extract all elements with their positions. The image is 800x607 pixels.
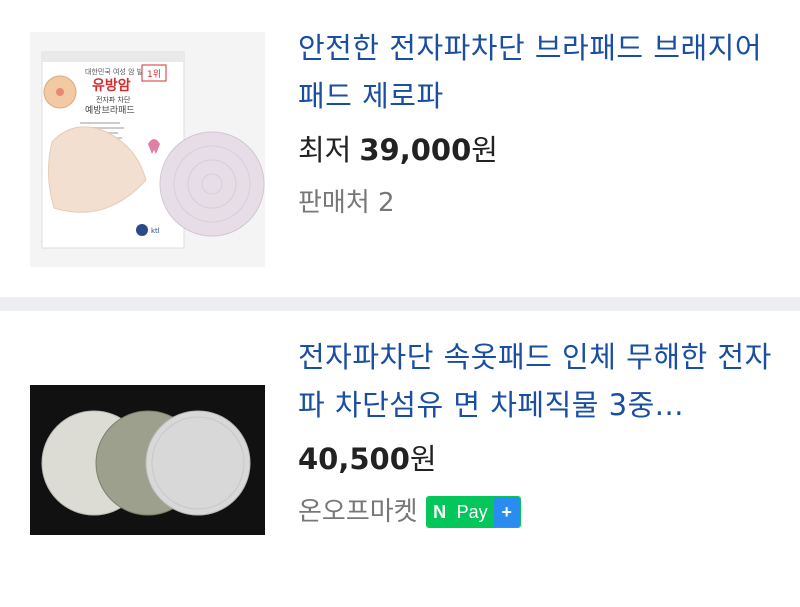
product-title-link[interactable]: 전자파차단 속옷패드 인체 무해한 전자파 차단섬유 면 차페직물 3중... bbox=[298, 333, 778, 429]
product-card[interactable]: 대한민국 여성 암 발병률 1위 유방암 전자파 차단 예방브라패드 ktl 안… bbox=[0, 0, 800, 297]
price-amount: 39,000 bbox=[359, 133, 472, 167]
price-prefix: 최저 bbox=[298, 133, 352, 167]
svg-text:전자파 차단: 전자파 차단 bbox=[96, 95, 131, 104]
pay-label: Pay bbox=[452, 497, 494, 527]
price: 최저 39,000원 bbox=[298, 132, 778, 168]
price-unit: 원 bbox=[409, 442, 437, 476]
seller-count[interactable]: 판매처 2 bbox=[298, 186, 395, 220]
svg-text:유방암: 유방암 bbox=[92, 77, 131, 94]
price-unit: 원 bbox=[471, 133, 498, 167]
card-divider bbox=[0, 297, 800, 311]
svg-text:1위: 1위 bbox=[147, 69, 161, 80]
seller-info: 온오프마켓 N Pay + bbox=[298, 495, 778, 529]
plus-icon: + bbox=[493, 497, 520, 527]
shopping-results: 대한민국 여성 암 발병률 1위 유방암 전자파 차단 예방브라패드 ktl 안… bbox=[0, 0, 800, 607]
product-info: 전자파차단 속옷패드 인체 무해한 전자파 차단섬유 면 차페직물 3중... … bbox=[298, 333, 778, 529]
svg-text:ktl: ktl bbox=[151, 227, 160, 235]
product-image[interactable]: 대한민국 여성 암 발병률 1위 유방암 전자파 차단 예방브라패드 ktl bbox=[30, 32, 265, 267]
naver-pay-badge: N Pay + bbox=[425, 496, 521, 528]
product-image[interactable] bbox=[30, 341, 265, 576]
price-amount: 40,500 bbox=[298, 442, 410, 476]
seller-name[interactable]: 온오프마켓 bbox=[298, 495, 418, 529]
svg-text:예방브라패드: 예방브라패드 bbox=[85, 105, 135, 116]
product-info: 안전한 전자파차단 브라패드 브래지어 패드 제로파 최저 39,000원 판매처… bbox=[298, 24, 778, 220]
product-title-link[interactable]: 안전한 전자파차단 브라패드 브래지어 패드 제로파 bbox=[298, 24, 778, 120]
price: 40,500원 bbox=[298, 441, 778, 477]
product-card[interactable]: 전자파차단 속옷패드 인체 무해한 전자파 차단섬유 면 차페직물 3중... … bbox=[0, 311, 800, 607]
bra-pad-package-image: 대한민국 여성 암 발병률 1위 유방암 전자파 차단 예방브라패드 ktl bbox=[30, 32, 265, 267]
naver-n-icon: N bbox=[426, 497, 453, 527]
seller-info: 판매처 2 bbox=[298, 186, 778, 220]
fabric-pads-image bbox=[30, 341, 265, 576]
